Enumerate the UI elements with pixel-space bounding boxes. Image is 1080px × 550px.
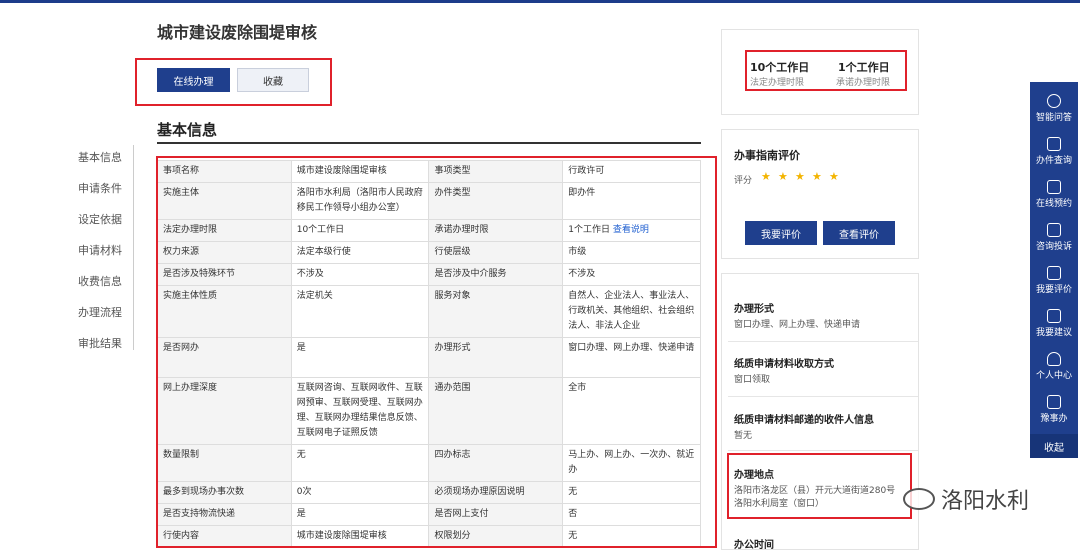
toolbar-label: 我要评价 [1035, 285, 1072, 295]
document-search-icon [1047, 137, 1061, 151]
wechat-logo-icon [903, 488, 935, 510]
highlight-box-table [156, 156, 717, 548]
toolbar-item-personal[interactable]: 个人中心 [1030, 352, 1078, 381]
user-icon [1047, 352, 1061, 366]
material-collection-heading: 纸质申请材料收取方式 [734, 359, 834, 370]
section-title-basic-info: 基本信息 [157, 121, 218, 139]
highlight-box-stats [745, 50, 907, 91]
office-hours-heading: 办公时间 [734, 540, 774, 550]
favorite-button[interactable]: 收藏 [237, 68, 309, 92]
toolbar-item-case-query[interactable]: 办件查询 [1030, 137, 1078, 166]
toolbar-label: 个人中心 [1035, 371, 1072, 381]
edit-icon [1047, 266, 1061, 280]
top-accent-line [0, 0, 1080, 3]
toolbar-item-suggest[interactable]: 我要建议 [1030, 309, 1078, 338]
toolbar-label: 豫事办 [1040, 414, 1068, 424]
online-apply-button[interactable]: 在线办理 [157, 68, 230, 92]
rating-star-icon[interactable]: ★ [829, 170, 839, 183]
mail-recipient-text: 暂无 [734, 431, 753, 441]
toolbar-item-complaint[interactable]: 咨询投诉 [1030, 223, 1078, 252]
rating-star-icon[interactable]: ★ [812, 170, 822, 183]
app-icon [1047, 395, 1061, 409]
watermark: 洛阳水利 [903, 483, 1029, 515]
mail-recipient-heading: 纸质申请材料邮递的收件人信息 [734, 415, 874, 426]
right-toolbar: 智能问答 办件查询 在线预约 咨询投诉 我要评价 我要建议 个人中心 豫事办 [1030, 82, 1078, 458]
rating-label: 评分 [734, 176, 753, 186]
nav-item-basic-info[interactable]: 基本信息 [78, 149, 122, 165]
side-divider [728, 341, 918, 342]
my-evaluation-button[interactable]: 我要评价 [745, 221, 817, 245]
nav-item-legal-basis[interactable]: 设定依据 [78, 211, 122, 227]
view-evaluation-button[interactable]: 查看评价 [823, 221, 895, 245]
nav-item-conditions[interactable]: 申请条件 [78, 180, 122, 196]
rating-star-icon[interactable]: ★ [761, 170, 771, 183]
side-divider [728, 450, 918, 451]
evaluation-title: 办事指南评价 [734, 149, 800, 162]
page-title: 城市建设废除围堤审核 [157, 23, 318, 42]
toolbar-item-smart-qa[interactable]: 智能问答 [1030, 94, 1078, 123]
side-divider [728, 396, 918, 397]
toolbar-collapse-button[interactable]: 收起 [1030, 434, 1078, 458]
toolbar-label: 在线预约 [1035, 199, 1072, 209]
handling-form-text: 窗口办理、网上办理、快递申请 [734, 320, 861, 330]
handling-form-heading: 办理形式 [734, 304, 774, 315]
left-nav: 基本信息 申请条件 设定依据 申请材料 收费信息 办理流程 审批结果 [60, 145, 134, 350]
toolbar-item-yushiban[interactable]: 豫事办 [1030, 395, 1078, 424]
toolbar-label: 我要建议 [1035, 328, 1072, 338]
rating-star-icon[interactable]: ★ [795, 170, 805, 183]
toolbar-label: 智能问答 [1035, 113, 1072, 123]
mail-icon [1047, 309, 1061, 323]
calendar-icon [1047, 180, 1061, 194]
nav-item-process[interactable]: 办理流程 [78, 304, 122, 320]
rating-star-icon[interactable]: ★ [778, 170, 788, 183]
material-collection-text: 窗口领取 [734, 375, 771, 385]
watermark-text: 洛阳水利 [941, 489, 1030, 514]
toolbar-label: 咨询投诉 [1035, 242, 1072, 252]
nav-item-result[interactable]: 审批结果 [78, 335, 122, 351]
chat-bot-icon [1047, 94, 1061, 108]
highlight-box-location [727, 453, 912, 519]
nav-item-fees[interactable]: 收费信息 [78, 273, 122, 289]
section-divider [157, 142, 701, 144]
nav-item-materials[interactable]: 申请材料 [78, 242, 122, 258]
message-icon [1047, 223, 1061, 237]
toolbar-item-evaluate[interactable]: 我要评价 [1030, 266, 1078, 295]
toolbar-item-appointment[interactable]: 在线预约 [1030, 180, 1078, 209]
toolbar-label: 办件查询 [1035, 156, 1072, 166]
